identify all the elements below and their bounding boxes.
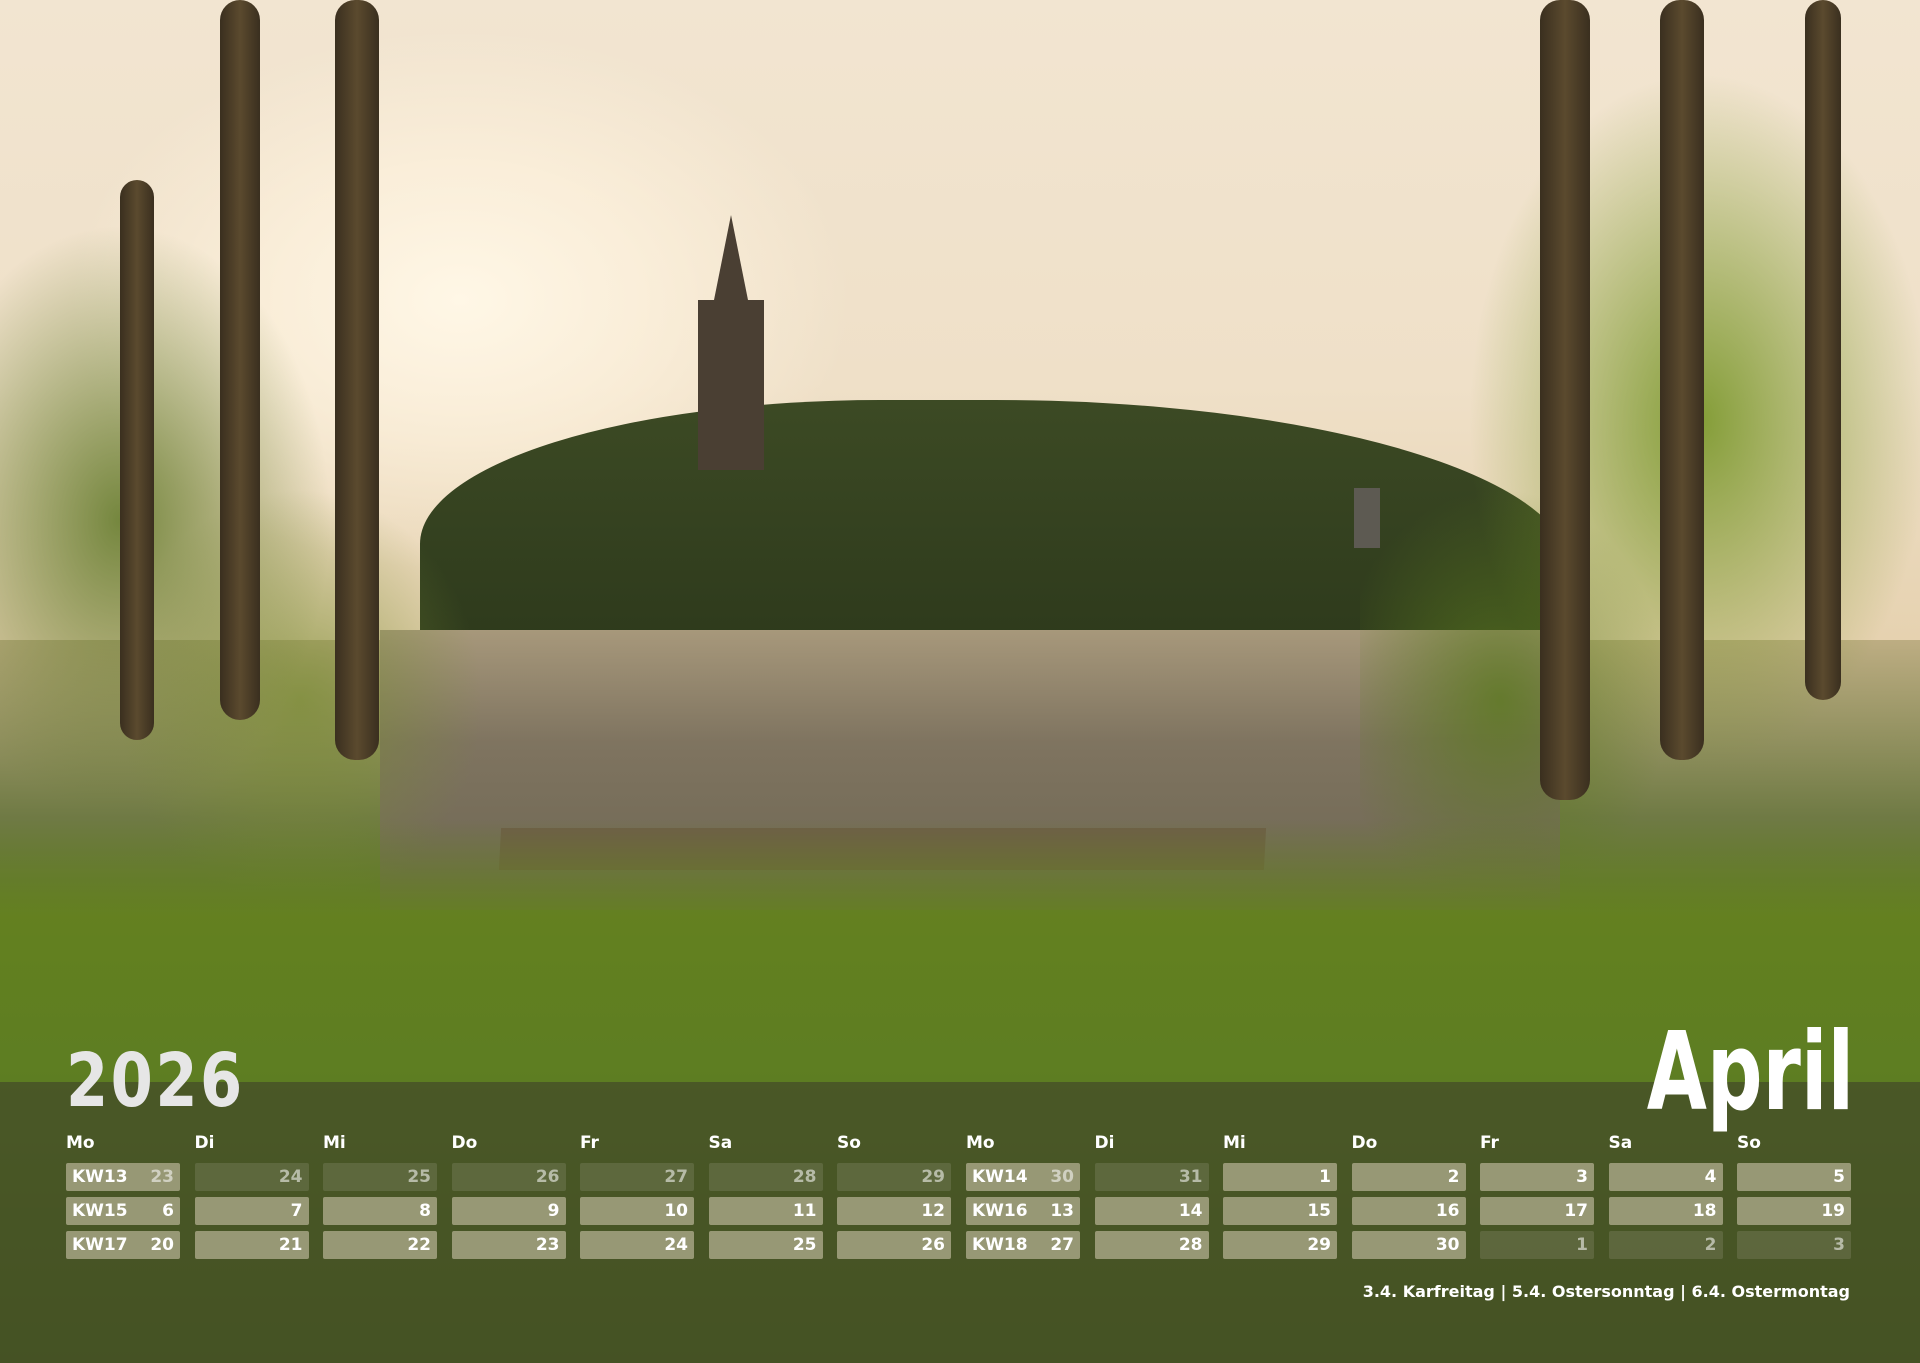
day-cell: 3: [1737, 1231, 1851, 1259]
day-cell: 24: [194, 1163, 309, 1191]
week-number-label: KW15: [72, 1201, 128, 1221]
tree-trunk: [1805, 0, 1841, 700]
day-cell: 11: [708, 1197, 823, 1225]
calendar-page: 2026 April Mo Di Mi Do Fr Sa So KW13 23 24 25 26 27 2…: [0, 0, 1920, 1363]
year-label: 2026: [66, 1038, 245, 1124]
weekday-header: Sa: [1608, 1133, 1633, 1153]
weekday-header: Do: [1351, 1133, 1378, 1153]
day-cell: 31: [1094, 1163, 1209, 1191]
weekday-header: Mi: [323, 1133, 346, 1153]
day-cell: 2: [1608, 1231, 1723, 1259]
left-foliage: [0, 0, 640, 900]
day-cell: 17: [1480, 1197, 1594, 1225]
day-cell: 23: [451, 1231, 566, 1259]
holiday-note: 3.4. Karfreitag | 5.4. Ostersonntag | 6.…: [1362, 1282, 1850, 1301]
day-cell: 15: [1223, 1197, 1337, 1225]
day-cell: 25: [708, 1231, 823, 1259]
tree-trunk: [335, 0, 379, 760]
weekday-header: Mi: [1223, 1133, 1246, 1153]
weekday-header: Mo: [966, 1133, 995, 1153]
church-spire: [712, 215, 750, 310]
day-cell: 3: [1480, 1163, 1594, 1191]
tree-trunk: [1540, 0, 1590, 800]
day-number: 6: [162, 1201, 174, 1221]
week-number-cell: KW17 20: [66, 1231, 180, 1259]
week-number-cell: KW13 23: [66, 1163, 180, 1191]
day-cell: 5: [1737, 1163, 1851, 1191]
day-cell: 29: [1223, 1231, 1337, 1259]
tree-trunk: [220, 0, 260, 720]
church-tower: [698, 300, 764, 470]
day-cell: 10: [580, 1197, 694, 1225]
day-cell: 16: [1351, 1197, 1466, 1225]
weekday-header: So: [837, 1133, 861, 1153]
week-number-label: KW14: [972, 1167, 1028, 1187]
weekday-header: Mo: [66, 1133, 95, 1153]
weekday-header: Di: [194, 1133, 215, 1153]
weekday-header: Di: [1094, 1133, 1115, 1153]
tree-trunk: [120, 180, 154, 740]
tree-trunk: [1660, 0, 1704, 760]
day-cell: 25: [323, 1163, 437, 1191]
day-number: 30: [1050, 1167, 1074, 1187]
day-cell: 26: [837, 1231, 951, 1259]
day-number: 13: [1050, 1201, 1074, 1221]
day-cell: 19: [1737, 1197, 1851, 1225]
day-cell: 26: [451, 1163, 566, 1191]
day-cell: 30: [1351, 1231, 1466, 1259]
day-cell: 1: [1223, 1163, 1337, 1191]
weekday-header: So: [1737, 1133, 1761, 1153]
day-number: 20: [150, 1235, 174, 1255]
day-cell: 9: [451, 1197, 566, 1225]
day-cell: 7: [194, 1197, 309, 1225]
day-cell: 21: [194, 1231, 309, 1259]
week-number-label: KW16: [972, 1201, 1028, 1221]
day-cell: 28: [1094, 1231, 1209, 1259]
week-number-label: KW13: [72, 1167, 128, 1187]
weekday-header: Do: [451, 1133, 478, 1153]
day-cell: 1: [1480, 1231, 1594, 1259]
day-cell: 18: [1608, 1197, 1723, 1225]
day-number: 23: [150, 1167, 174, 1187]
day-cell: 29: [837, 1163, 951, 1191]
weekday-header: Fr: [580, 1133, 599, 1153]
week-number-label: KW17: [72, 1235, 128, 1255]
day-cell: 8: [323, 1197, 437, 1225]
day-cell: 27: [580, 1163, 694, 1191]
day-cell: 22: [323, 1231, 437, 1259]
day-cell: 24: [580, 1231, 694, 1259]
day-number: 27: [1050, 1235, 1074, 1255]
week-number-cell: KW18 27: [966, 1231, 1080, 1259]
week-number-cell: KW14 30: [966, 1163, 1080, 1191]
weekday-header: Sa: [708, 1133, 733, 1153]
day-cell: 12: [837, 1197, 951, 1225]
week-number-cell: KW15 6: [66, 1197, 180, 1225]
day-cell: 28: [708, 1163, 823, 1191]
month-label: April: [1646, 1010, 1854, 1135]
day-cell: 14: [1094, 1197, 1209, 1225]
day-cell: 2: [1351, 1163, 1466, 1191]
weekday-header: Fr: [1480, 1133, 1499, 1153]
week-number-label: KW18: [972, 1235, 1028, 1255]
day-cell: 4: [1608, 1163, 1723, 1191]
week-number-cell: KW16 13: [966, 1197, 1080, 1225]
